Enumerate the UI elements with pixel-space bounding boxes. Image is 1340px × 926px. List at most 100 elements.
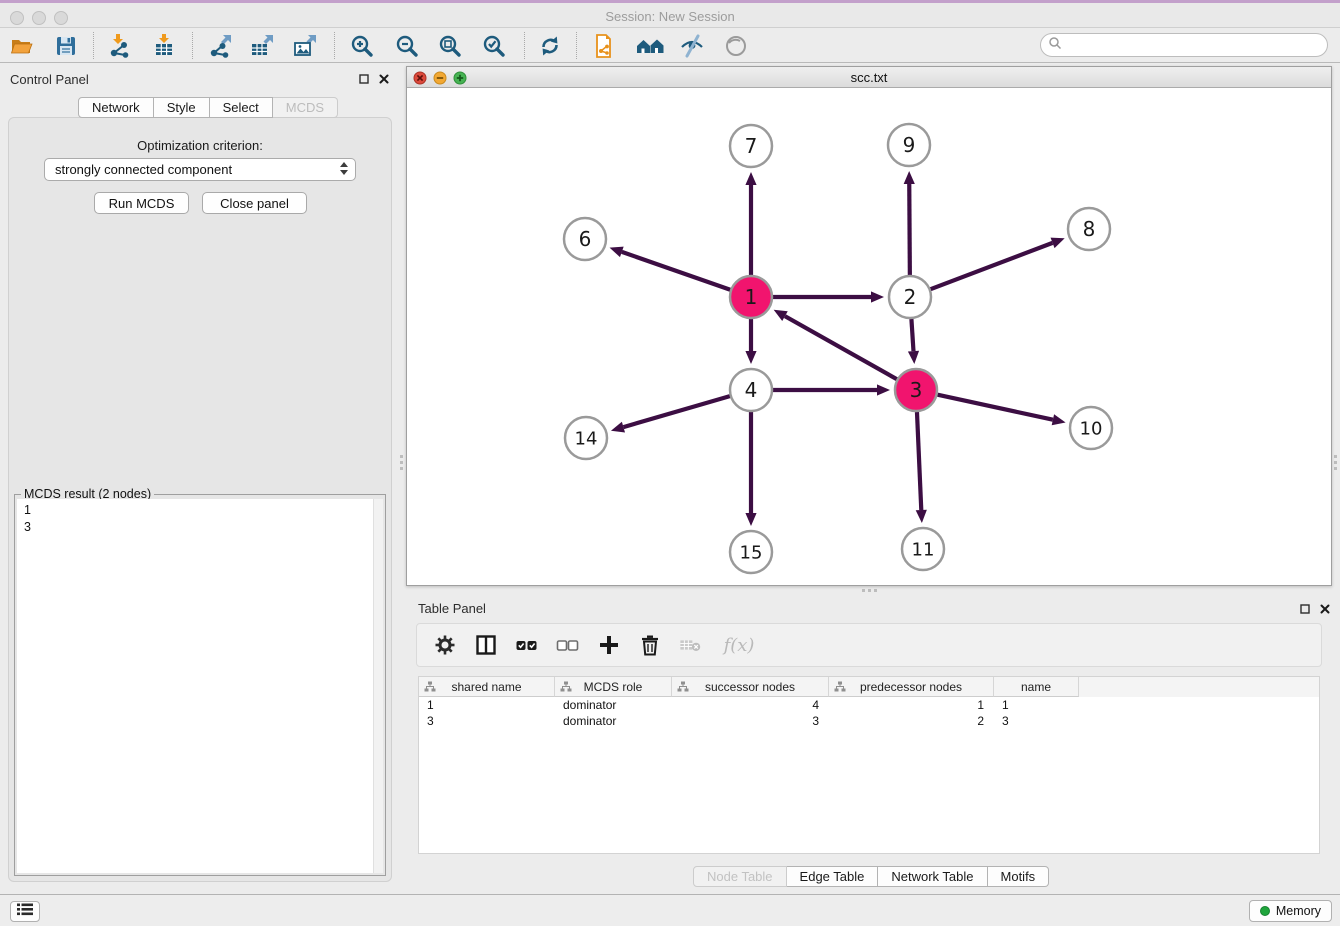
right-split-handle[interactable] xyxy=(1334,455,1337,470)
deselect-all-icon[interactable] xyxy=(556,633,580,657)
criterion-value: strongly connected component xyxy=(55,162,232,177)
delete-row-icon[interactable] xyxy=(638,633,662,657)
memory-button[interactable]: Memory xyxy=(1249,900,1332,922)
close-panel-button[interactable]: Close panel xyxy=(202,192,307,214)
edge-arrowhead xyxy=(611,422,625,433)
table-panel: Table Panel xyxy=(406,596,1332,866)
tab-edge-table[interactable]: Edge Table xyxy=(787,866,879,887)
tab-network-table[interactable]: Network Table xyxy=(878,866,987,887)
node-label-7: 7 xyxy=(745,134,758,158)
table-row[interactable]: 1dominator411 xyxy=(419,697,1319,713)
birds-eye-icon[interactable] xyxy=(722,32,750,60)
table-panel-title: Table Panel xyxy=(418,601,486,616)
toolbar-separator xyxy=(524,32,525,59)
float-table-panel-icon[interactable] xyxy=(1299,603,1311,615)
toolbar-separator xyxy=(93,32,94,59)
table-row[interactable]: 3dominator323 xyxy=(419,713,1319,729)
open-file-icon[interactable] xyxy=(8,32,36,60)
edge-3-11[interactable] xyxy=(917,412,921,510)
edge-2-9[interactable] xyxy=(909,184,910,275)
edge-arrowhead xyxy=(610,247,624,258)
control-panel-tabs: NetworkStyleSelectMCDS xyxy=(78,97,338,118)
zoom-selected-icon[interactable] xyxy=(480,32,508,60)
edge-arrowhead xyxy=(745,351,756,364)
edge-arrowhead xyxy=(916,510,927,523)
cell-predecessor-nodes: 1 xyxy=(829,697,994,713)
float-panel-icon[interactable] xyxy=(358,73,370,85)
node-label-4: 4 xyxy=(745,378,758,402)
zoom-out-icon[interactable] xyxy=(393,32,421,60)
node-label-6: 6 xyxy=(579,227,592,251)
tab-mcds[interactable]: MCDS xyxy=(273,97,338,118)
cell-predecessor-nodes: 2 xyxy=(829,713,994,729)
criterion-select[interactable]: strongly connected component xyxy=(44,158,356,181)
column-header-name[interactable]: name xyxy=(994,677,1079,697)
tab-network[interactable]: Network xyxy=(78,97,154,118)
network-view-title: scc.txt xyxy=(407,70,1331,85)
close-panel-icon[interactable] xyxy=(378,73,390,85)
cell-successor-nodes: 4 xyxy=(672,697,829,713)
column-header-successor-nodes[interactable]: successor nodes xyxy=(672,677,829,697)
node-label-9: 9 xyxy=(903,133,916,157)
column-header-shared-name[interactable]: shared name xyxy=(419,677,555,697)
search-icon xyxy=(1048,36,1062,55)
refresh-layout-icon[interactable] xyxy=(536,32,564,60)
clone-network-icon[interactable] xyxy=(590,32,618,60)
table-header-row: shared nameMCDS rolesuccessor nodesprede… xyxy=(419,677,1319,697)
select-all-icon[interactable] xyxy=(515,633,539,657)
hide-graphics-icon[interactable] xyxy=(678,32,706,60)
toolbar-separator xyxy=(334,32,335,59)
export-table-icon[interactable] xyxy=(248,32,276,60)
show-columns-icon[interactable] xyxy=(474,633,498,657)
node-label-1: 1 xyxy=(745,285,758,309)
save-session-icon[interactable] xyxy=(52,32,80,60)
network-graph[interactable]: 7968124314101511 xyxy=(407,88,1331,585)
import-network-icon[interactable] xyxy=(105,32,133,60)
toolbar-separator xyxy=(576,32,577,59)
table-panel-tabs: Node TableEdge TableNetwork TableMotifs xyxy=(693,866,1049,887)
edge-4-14[interactable] xyxy=(623,396,729,427)
cell-name: 3 xyxy=(994,713,1079,729)
edge-3-10[interactable] xyxy=(937,395,1052,420)
node-label-2: 2 xyxy=(904,285,917,309)
table-toolbar: f(x) xyxy=(416,623,1322,667)
edge-2-3[interactable] xyxy=(911,319,913,351)
delete-table-icon xyxy=(679,633,703,657)
result-scrollbar[interactable] xyxy=(373,499,383,873)
edge-1-6[interactable] xyxy=(622,252,730,290)
table-body: 1dominator4113dominator323 xyxy=(419,697,1319,729)
table-options-gear-icon[interactable] xyxy=(433,633,457,657)
add-row-icon[interactable] xyxy=(597,633,621,657)
column-header-predecessor-nodes[interactable]: predecessor nodes xyxy=(829,677,994,697)
tab-motifs[interactable]: Motifs xyxy=(988,866,1050,887)
edge-arrowhead xyxy=(904,171,915,184)
status-bar: Memory xyxy=(0,894,1340,926)
mcds-result-text[interactable]: 1 3 xyxy=(17,499,373,873)
edge-3-1[interactable] xyxy=(785,316,897,379)
column-header-mcds-role[interactable]: MCDS role xyxy=(555,677,672,697)
close-table-panel-icon[interactable] xyxy=(1319,603,1331,615)
network-view-titlebar: scc.txt xyxy=(407,67,1331,88)
run-mcds-button[interactable]: Run MCDS xyxy=(94,192,189,214)
zoom-fit-icon[interactable] xyxy=(436,32,464,60)
edge-arrowhead xyxy=(745,513,756,526)
tab-style[interactable]: Style xyxy=(154,97,210,118)
bottom-split-handle[interactable] xyxy=(862,589,877,592)
memory-status-icon xyxy=(1260,906,1270,916)
search-input[interactable] xyxy=(1040,33,1328,57)
export-image-icon[interactable] xyxy=(291,32,319,60)
task-history-button[interactable] xyxy=(10,901,40,922)
tab-select[interactable]: Select xyxy=(210,97,273,118)
edge-arrowhead xyxy=(1051,238,1065,248)
left-split-handle[interactable] xyxy=(400,455,403,470)
import-table-icon[interactable] xyxy=(150,32,178,60)
home-icon[interactable] xyxy=(634,32,668,60)
network-canvas[interactable]: 7968124314101511 xyxy=(407,88,1331,585)
edge-arrowhead xyxy=(908,351,919,364)
export-network-icon[interactable] xyxy=(206,32,234,60)
edge-2-8[interactable] xyxy=(931,243,1053,289)
titlebar: Session: New Session xyxy=(0,3,1340,28)
edge-arrowhead xyxy=(871,291,884,302)
tab-node-table[interactable]: Node Table xyxy=(693,866,787,887)
zoom-in-icon[interactable] xyxy=(348,32,376,60)
